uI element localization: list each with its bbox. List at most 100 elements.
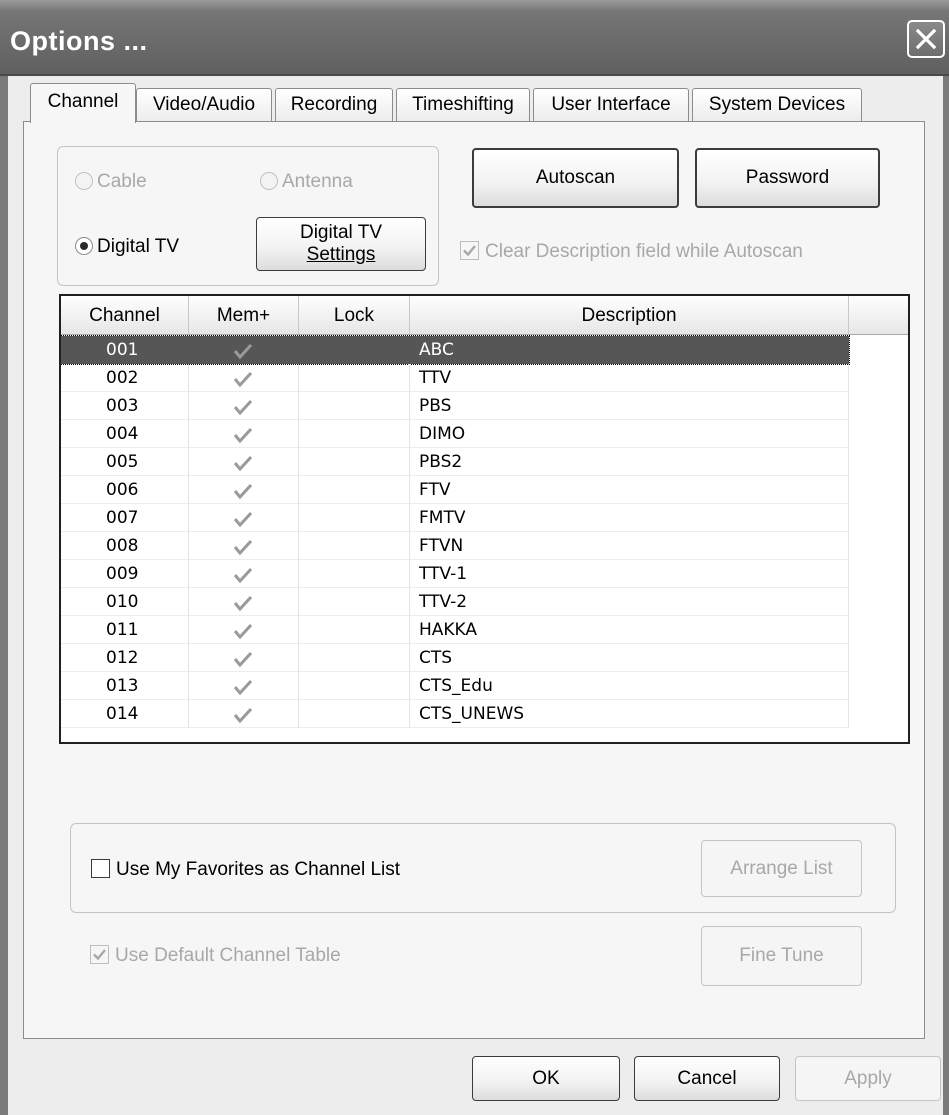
check-icon: [233, 483, 253, 500]
mem-cell[interactable]: [189, 448, 299, 476]
check-icon: [233, 707, 253, 724]
mem-cell[interactable]: [189, 644, 299, 672]
check-icon: [233, 679, 253, 696]
channel-number: 011: [61, 616, 189, 644]
mem-cell[interactable]: [189, 532, 299, 560]
table-row[interactable]: 013 CTS_Edu: [61, 672, 849, 700]
mem-cell[interactable]: [189, 364, 299, 392]
column-header-mem[interactable]: Mem+: [189, 296, 299, 334]
channel-description: CTS_Edu: [410, 672, 849, 700]
mem-cell[interactable]: [189, 420, 299, 448]
column-header-description[interactable]: Description: [410, 296, 849, 334]
lock-cell[interactable]: [299, 700, 410, 728]
apply-button[interactable]: Apply: [795, 1056, 941, 1101]
lock-cell[interactable]: [299, 476, 410, 504]
table-row[interactable]: 003 PBS: [61, 392, 849, 420]
fine-tune-button[interactable]: Fine Tune: [701, 926, 862, 986]
check-icon: [463, 245, 476, 257]
table-row[interactable]: 011 HAKKA: [61, 616, 849, 644]
table-row[interactable]: 005 PBS2: [61, 448, 849, 476]
lock-cell[interactable]: [299, 448, 410, 476]
check-icon: [233, 427, 253, 444]
lock-cell[interactable]: [299, 420, 410, 448]
table-row[interactable]: 009 TTV-1: [61, 560, 849, 588]
channel-description: PBS: [410, 392, 849, 420]
channel-description: PBS2: [410, 448, 849, 476]
channel-number: 001: [61, 336, 189, 364]
autoscan-button[interactable]: Autoscan: [472, 148, 679, 208]
channel-description: TTV: [410, 364, 849, 392]
channel-description: FMTV: [410, 504, 849, 532]
mem-cell[interactable]: [189, 504, 299, 532]
check-icon: [233, 539, 253, 556]
table-row[interactable]: 002 TTV: [61, 364, 849, 392]
mem-cell[interactable]: [189, 336, 299, 364]
table-row[interactable]: 008 FTVN: [61, 532, 849, 560]
mem-cell[interactable]: [189, 588, 299, 616]
checkbox-box: [91, 859, 110, 878]
lock-cell[interactable]: [299, 616, 410, 644]
channel-number: 013: [61, 672, 189, 700]
channel-list[interactable]: Channel Mem+ Lock Description 001 ABC 002 T…: [59, 294, 910, 744]
table-row[interactable]: 007 FMTV: [61, 504, 849, 532]
channel-number: 014: [61, 700, 189, 728]
channel-number: 006: [61, 476, 189, 504]
mem-cell[interactable]: [189, 560, 299, 588]
cable-radio[interactable]: Cable: [75, 171, 147, 193]
channel-number: 007: [61, 504, 189, 532]
antenna-radio[interactable]: Antenna: [260, 171, 353, 193]
radio-circle: [260, 172, 278, 190]
table-row[interactable]: 010 TTV-2: [61, 588, 849, 616]
table-row[interactable]: 006 FTV: [61, 476, 849, 504]
checkbox-box: [90, 945, 109, 964]
lock-cell[interactable]: [299, 560, 410, 588]
check-icon: [233, 567, 253, 584]
mem-cell[interactable]: [189, 616, 299, 644]
table-row[interactable]: 014 CTS_UNEWS: [61, 700, 849, 728]
arrange-list-button[interactable]: Arrange List: [701, 840, 862, 897]
cancel-button[interactable]: Cancel: [634, 1056, 780, 1101]
channel-number: 003: [61, 392, 189, 420]
lock-cell[interactable]: [299, 672, 410, 700]
channel-number: 004: [61, 420, 189, 448]
channel-list-header: Channel Mem+ Lock Description: [61, 296, 908, 335]
use-default-channel-table-checkbox[interactable]: Use Default Channel Table: [90, 945, 341, 967]
check-icon: [233, 651, 253, 668]
channel-number: 012: [61, 644, 189, 672]
check-icon: [233, 623, 253, 640]
channel-description: CTS: [410, 644, 849, 672]
table-row[interactable]: 004 DIMO: [61, 420, 849, 448]
mem-cell[interactable]: [189, 392, 299, 420]
use-favorites-checkbox[interactable]: Use My Favorites as Channel List: [91, 859, 400, 881]
clear-description-checkbox[interactable]: Clear Description field while Autoscan: [460, 241, 803, 263]
radio-circle: [75, 172, 93, 190]
channel-description: FTV: [410, 476, 849, 504]
check-icon: [233, 371, 253, 388]
channel-description: TTV-1: [410, 560, 849, 588]
lock-cell[interactable]: [299, 364, 410, 392]
channel-number: 010: [61, 588, 189, 616]
table-row[interactable]: 012 CTS: [61, 644, 849, 672]
lock-cell[interactable]: [299, 392, 410, 420]
mem-cell[interactable]: [189, 700, 299, 728]
options-dialog: Options ... Channel Video/Audio Recordin…: [0, 0, 949, 1115]
lock-cell[interactable]: [299, 336, 410, 364]
channel-description: CTS_UNEWS: [410, 700, 849, 728]
mem-cell[interactable]: [189, 476, 299, 504]
channel-number: 005: [61, 448, 189, 476]
digital-tv-settings-button[interactable]: Digital TV Settings: [256, 217, 426, 271]
ok-button[interactable]: OK: [472, 1056, 620, 1101]
channel-description: HAKKA: [410, 616, 849, 644]
column-header-channel[interactable]: Channel: [61, 296, 189, 334]
lock-cell[interactable]: [299, 644, 410, 672]
lock-cell[interactable]: [299, 504, 410, 532]
lock-cell[interactable]: [299, 532, 410, 560]
mem-cell[interactable]: [189, 672, 299, 700]
digital-tv-radio[interactable]: Digital TV: [75, 236, 179, 258]
channel-description: DIMO: [410, 420, 849, 448]
password-button[interactable]: Password: [695, 148, 880, 208]
column-header-lock[interactable]: Lock: [299, 296, 410, 334]
table-row[interactable]: 001 ABC: [61, 335, 850, 365]
lock-cell[interactable]: [299, 588, 410, 616]
check-icon: [93, 949, 106, 961]
